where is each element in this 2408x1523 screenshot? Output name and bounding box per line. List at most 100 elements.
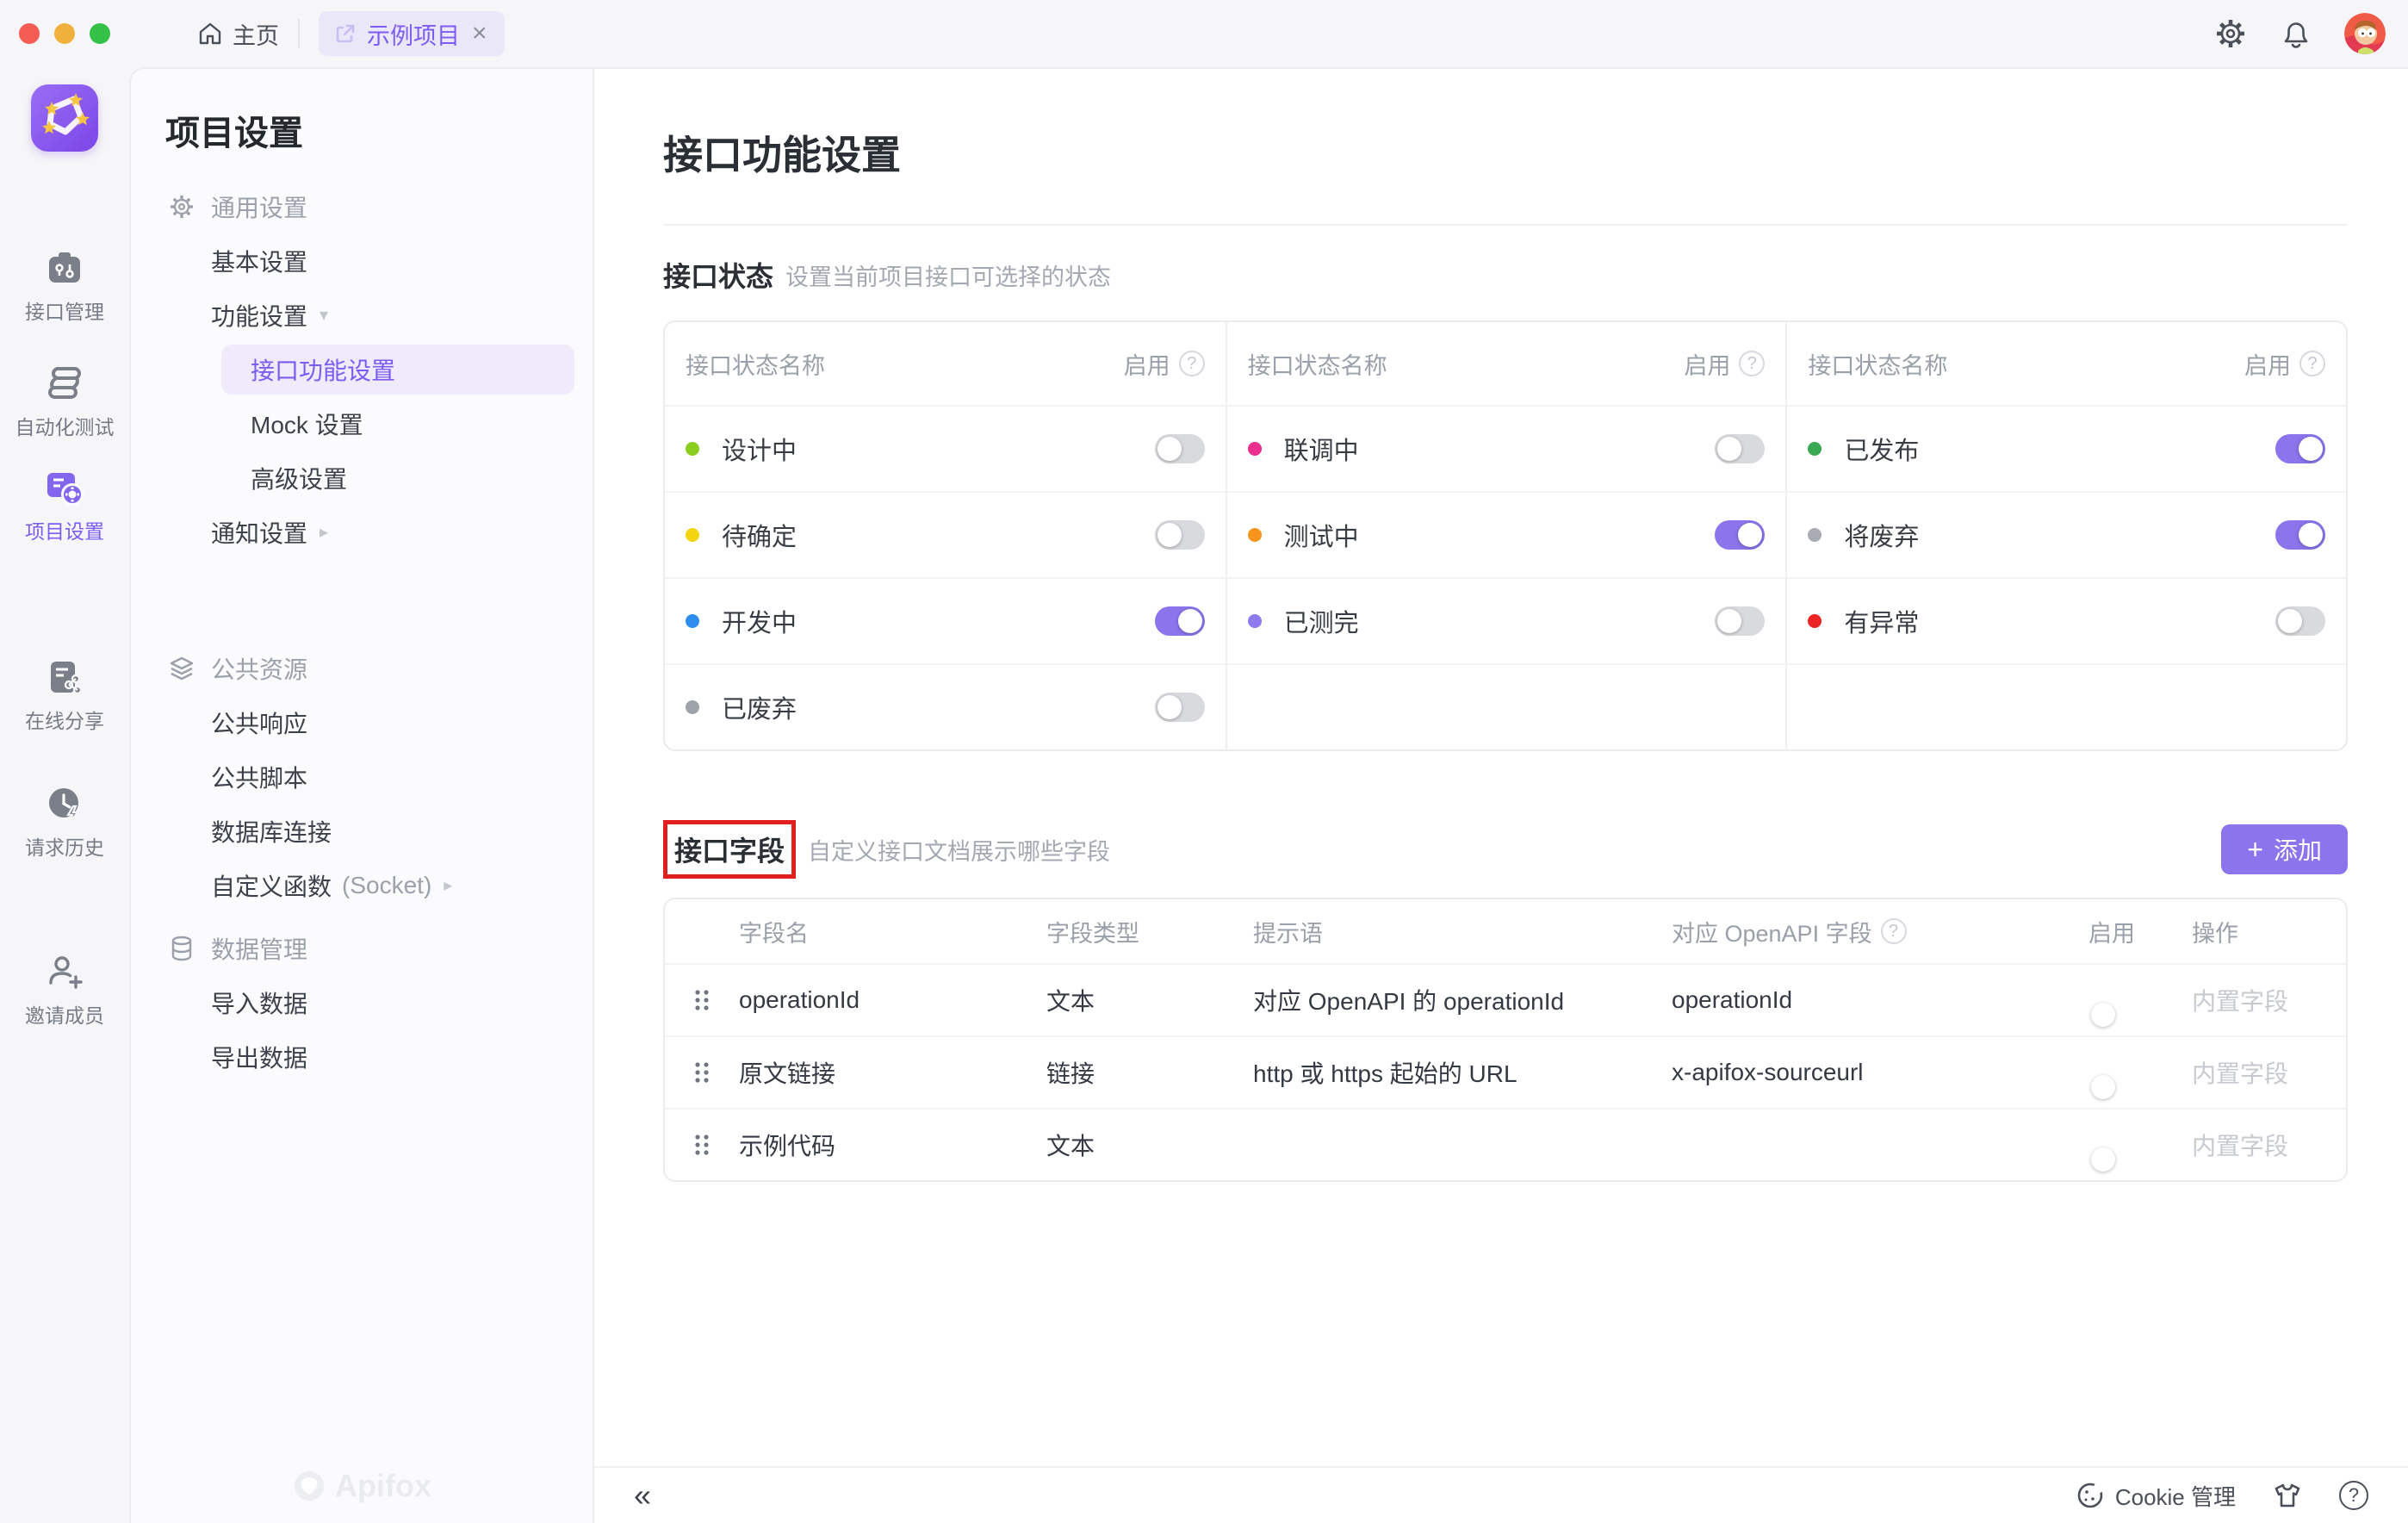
status-dot xyxy=(1808,442,1822,456)
status-row: 有异常 xyxy=(1787,577,2346,663)
home-button[interactable]: 主页 xyxy=(196,17,279,51)
menu-item-export-data[interactable]: 导出数据 xyxy=(131,1029,593,1084)
field-row-sample-code: 示例代码 文本 内置字段 xyxy=(665,1108,2346,1180)
layers-icon xyxy=(168,655,195,682)
apifox-watermark: Apifox xyxy=(131,1468,593,1504)
fields-table: 字段名 字段类型 提示语 对应 OpenAPI 字段? 启用 操作 operat… xyxy=(663,898,2348,1182)
tab-sample-project[interactable]: 示例项目 × xyxy=(319,11,505,56)
menu-item-api-feature-settings[interactable]: 接口功能设置 xyxy=(221,345,574,395)
menu-group-general-settings[interactable]: 通用设置 xyxy=(131,179,593,233)
settings-menu: 通用设置 基本设置 功能设置▾ 接口功能设置 Mock 设置 高级设置 通知设置… xyxy=(131,179,593,1084)
page-title: 接口功能设置 xyxy=(663,124,2348,181)
drag-handle-icon[interactable] xyxy=(665,1060,739,1085)
api-management-icon xyxy=(45,248,84,288)
status-toggle[interactable] xyxy=(2275,606,2325,636)
invite-member-icon xyxy=(45,952,84,992)
online-share-icon xyxy=(45,657,84,697)
project-settings-icon xyxy=(44,468,85,507)
help-icon[interactable]: ? xyxy=(2339,1481,2368,1510)
fields-section-title-annotated: 接口字段 xyxy=(663,820,796,879)
status-dot xyxy=(686,614,699,628)
status-row: 开发中 xyxy=(665,577,1226,663)
rail-item-invite-members[interactable]: 邀请成员 xyxy=(0,952,129,1029)
settings-gear-icon[interactable] xyxy=(2213,16,2248,51)
close-window-button[interactable] xyxy=(19,23,40,44)
status-row: 已发布 xyxy=(1787,405,2346,491)
status-table: 接口状态名称 启用? 设计中 待确定 开发中 已废弃 接口状态名称 启用? 联调… xyxy=(663,320,2348,751)
app-window: 主页 示例项目 × xyxy=(0,0,2408,1523)
rail-item-request-history[interactable]: 请求历史 xyxy=(0,784,129,861)
status-row: 测试中 xyxy=(1227,491,1786,577)
help-icon[interactable]: ? xyxy=(1881,918,1907,944)
menu-item-basic-settings[interactable]: 基本设置 xyxy=(131,233,593,288)
collapse-sidebar-icon[interactable]: « xyxy=(634,1480,651,1511)
status-row: 待确定 xyxy=(665,491,1226,577)
user-avatar[interactable] xyxy=(2344,13,2386,54)
field-row-operationid: operationId 文本 对应 OpenAPI 的 operationId … xyxy=(665,963,2346,1035)
field-row-source-link: 原文链接 链接 http 或 https 起始的 URL x-apifox-so… xyxy=(665,1035,2346,1108)
status-row-empty xyxy=(1227,663,1786,749)
status-toggle[interactable] xyxy=(1155,606,1205,636)
menu-item-shared-scripts[interactable]: 公共脚本 xyxy=(131,749,593,804)
cookie-icon xyxy=(2076,1481,2105,1510)
drag-handle-icon[interactable] xyxy=(665,987,739,1013)
status-row: 已废弃 xyxy=(665,663,1226,749)
status-toggle[interactable] xyxy=(1155,434,1205,463)
menu-group-label: 公共资源 xyxy=(211,651,307,686)
gear-icon xyxy=(168,193,195,221)
main-content: 接口功能设置 接口状态 设置当前项目接口可选择的状态 接口状态名称 启用? 设计… xyxy=(594,67,2408,1523)
apifox-logo[interactable] xyxy=(31,84,98,152)
cookie-manager-button[interactable]: Cookie 管理 xyxy=(2076,1480,2236,1512)
tab-close-icon[interactable]: × xyxy=(470,21,489,47)
rail-item-label: 自动化测试 xyxy=(16,411,115,440)
status-dot xyxy=(686,442,699,456)
status-toggle[interactable] xyxy=(2275,434,2325,463)
rail-item-label: 接口管理 xyxy=(25,295,104,325)
status-dot xyxy=(1248,528,1262,542)
minimize-window-button[interactable] xyxy=(54,23,75,44)
menu-item-feature-settings[interactable]: 功能设置▾ xyxy=(131,288,593,342)
status-toggle[interactable] xyxy=(1155,520,1205,550)
help-icon[interactable]: ? xyxy=(2299,351,2325,376)
caret-down-icon: ▾ xyxy=(320,304,328,326)
menu-group-data-management[interactable]: 数据管理 xyxy=(131,921,593,975)
status-dot xyxy=(1248,614,1262,628)
divider xyxy=(663,224,2348,226)
help-icon[interactable]: ? xyxy=(1739,351,1765,376)
menu-item-custom-functions[interactable]: 自定义函数(Socket)▸ xyxy=(131,858,593,912)
status-dot xyxy=(1808,528,1822,542)
status-toggle[interactable] xyxy=(2275,520,2325,550)
rail-item-api-management[interactable]: 接口管理 xyxy=(0,248,129,325)
caret-right-icon: ▸ xyxy=(444,874,452,896)
add-field-button[interactable]: +添加 xyxy=(2221,824,2348,874)
help-icon[interactable]: ? xyxy=(1179,351,1205,376)
sidebar-title: 项目设置 xyxy=(165,105,593,155)
menu-item-database-connections[interactable]: 数据库连接 xyxy=(131,804,593,858)
status-toggle[interactable] xyxy=(1715,606,1765,636)
theme-tshirt-icon[interactable] xyxy=(2272,1480,2303,1511)
status-toggle[interactable] xyxy=(1715,434,1765,463)
rail-item-online-share[interactable]: 在线分享 xyxy=(0,657,129,734)
menu-item-shared-responses[interactable]: 公共响应 xyxy=(131,695,593,749)
topbar-divider xyxy=(298,19,300,48)
rail-item-project-settings[interactable]: 项目设置 xyxy=(0,468,129,544)
menu-item-import-data[interactable]: 导入数据 xyxy=(131,975,593,1029)
menu-item-advanced-settings[interactable]: 高级设置 xyxy=(131,451,593,505)
menu-group-label: 数据管理 xyxy=(211,931,307,966)
topbar: 主页 示例项目 × xyxy=(0,0,2408,67)
home-icon xyxy=(196,20,224,47)
menu-group-shared-resources[interactable]: 公共资源 xyxy=(131,641,593,695)
status-column-1: 接口状态名称 启用? 设计中 待确定 开发中 已废弃 xyxy=(665,322,1226,749)
rail-item-label: 项目设置 xyxy=(25,515,104,544)
status-toggle[interactable] xyxy=(1155,693,1205,722)
rail-item-automated-testing[interactable]: 自动化测试 xyxy=(0,364,129,440)
menu-item-mock-settings[interactable]: Mock 设置 xyxy=(131,396,593,451)
drag-handle-icon[interactable] xyxy=(665,1132,739,1158)
menu-item-notification-settings[interactable]: 通知设置▸ xyxy=(131,505,593,559)
status-toggle[interactable] xyxy=(1715,520,1765,550)
plus-icon: + xyxy=(2247,836,2263,863)
status-section-subtitle: 设置当前项目接口可选择的状态 xyxy=(785,258,1111,292)
zoom-window-button[interactable] xyxy=(90,23,110,44)
notifications-bell-icon[interactable] xyxy=(2279,16,2313,51)
status-column-2: 接口状态名称 启用? 联调中 测试中 已测完 xyxy=(1226,322,1786,749)
